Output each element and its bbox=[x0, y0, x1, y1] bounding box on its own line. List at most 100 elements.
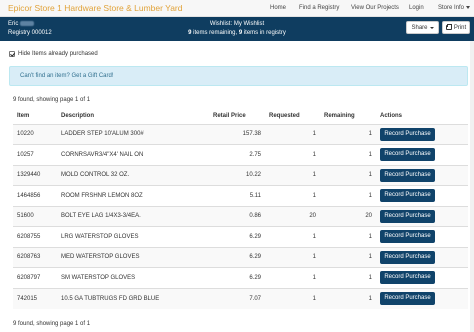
hide-purchased-label: Hide Items already purchased bbox=[18, 51, 98, 57]
record-purchase-button[interactable]: Record Purchase bbox=[380, 230, 435, 244]
chevron-down-icon bbox=[466, 5, 471, 9]
cell-retail-price: 6.29 bbox=[209, 246, 265, 268]
cell-description: ROOM FRSHNR LEMON 8OZ bbox=[57, 185, 209, 206]
cell-actions: Record Purchase bbox=[376, 144, 468, 165]
table-row: 10257 CORNRSAVR3/4"X4' NAIL ON 2.75 1 1 Recor… bbox=[13, 144, 468, 165]
record-purchase-button[interactable]: Record Purchase bbox=[380, 189, 435, 203]
cell-description: LADDER STEP 10'ALUM 300# bbox=[57, 123, 209, 145]
registry-info-bar: Eric Registry 000012 Wishlist: My Wishli… bbox=[0, 17, 474, 41]
cell-actions: Record Purchase bbox=[376, 164, 468, 186]
hide-purchased-filter[interactable]: Hide Items already purchased bbox=[9, 51, 98, 57]
hide-purchased-checkbox[interactable] bbox=[9, 51, 15, 57]
cell-remaining: 1 bbox=[320, 267, 376, 288]
column-header-requested: Requested bbox=[265, 109, 320, 125]
printer-icon bbox=[445, 23, 453, 30]
gift-card-notice: Can't find an item? Get a Gift Card! bbox=[9, 66, 468, 86]
cell-item-number: 51600 bbox=[13, 205, 57, 227]
share-button[interactable]: Share bbox=[406, 21, 439, 34]
registry-counts: 9 items remaining, 9 items in registry bbox=[0, 30, 474, 36]
table-row: 742015 10.5 GA TUBTRUGS FD GRD BLUE 7.07 1 1… bbox=[13, 287, 468, 309]
cell-item-number: 1329440 bbox=[13, 164, 57, 186]
record-purchase-button[interactable]: Record Purchase bbox=[380, 127, 435, 141]
record-purchase-button[interactable]: Record Purchase bbox=[380, 148, 435, 162]
cell-description: LRG WATERSTOP GLOVES bbox=[57, 226, 209, 247]
record-purchase-button[interactable]: Record Purchase bbox=[380, 209, 435, 223]
table-row: 1329440 MOLD CONTROL 32 OZ. 10.22 1 1 Record … bbox=[13, 164, 468, 186]
share-label: Share bbox=[411, 24, 428, 31]
chevron-down-icon bbox=[429, 26, 434, 29]
cell-remaining: 1 bbox=[320, 185, 376, 206]
cell-description: CORNRSAVR3/4"X4' NAIL ON bbox=[57, 144, 209, 165]
cell-remaining: 1 bbox=[320, 164, 376, 186]
page-scrollbar[interactable] bbox=[470, 41, 474, 332]
column-header-actions: Actions bbox=[376, 109, 468, 125]
cell-requested: 1 bbox=[265, 287, 320, 309]
cell-remaining: 20 bbox=[320, 205, 376, 227]
cell-retail-price: 157.38 bbox=[209, 123, 265, 145]
nav-login-link[interactable]: Login bbox=[409, 5, 424, 11]
cell-description: MED WATERSTOP GLOVES bbox=[57, 246, 209, 268]
record-purchase-button[interactable]: Record Purchase bbox=[380, 271, 435, 285]
column-header-retail-price: Retail Price bbox=[209, 109, 265, 125]
cell-actions: Record Purchase bbox=[376, 123, 468, 145]
wishlist-label: Wishlist: bbox=[209, 21, 233, 27]
cell-actions: Record Purchase bbox=[376, 185, 468, 206]
nav-home-link[interactable]: Home bbox=[270, 5, 286, 11]
cell-retail-price: 2.75 bbox=[209, 144, 265, 165]
cell-actions: Record Purchase bbox=[376, 205, 468, 227]
cell-item-number: 10220 bbox=[13, 123, 57, 145]
cell-item-number: 10257 bbox=[13, 144, 57, 165]
wishlist-title: Wishlist: My Wishlist bbox=[0, 21, 474, 27]
top-nav-bar: Epicor Store 1 Hardware Store & Lumber Y… bbox=[0, 0, 474, 17]
nav-store-info-dropdown[interactable]: Store Info bbox=[438, 5, 471, 11]
table-row: 10220 LADDER STEP 10'ALUM 300# 157.38 1 1 Rec… bbox=[13, 123, 468, 145]
cell-retail-price: 5.11 bbox=[209, 185, 265, 206]
print-button[interactable]: Print bbox=[442, 21, 470, 34]
cell-actions: Record Purchase bbox=[376, 267, 468, 288]
cell-description: SM WATERSTOP GLOVES bbox=[57, 267, 209, 288]
record-purchase-button[interactable]: Record Purchase bbox=[380, 292, 435, 305]
gift-card-link[interactable]: Can't find an item? Get a Gift Card! bbox=[20, 73, 114, 79]
cell-actions: Record Purchase bbox=[376, 226, 468, 247]
record-purchase-button[interactable]: Record Purchase bbox=[380, 250, 435, 264]
cell-requested: 1 bbox=[265, 267, 320, 288]
table-row: 6208797 SM WATERSTOP GLOVES 6.29 1 1 Record P… bbox=[13, 267, 468, 288]
record-purchase-button[interactable]: Record Purchase bbox=[380, 168, 435, 182]
cell-retail-price: 10.22 bbox=[209, 164, 265, 186]
results-summary-top: 9 found, showing page 1 of 1 bbox=[13, 97, 91, 103]
store-brand-title[interactable]: Epicor Store 1 Hardware Store & Lumber Y… bbox=[8, 3, 183, 13]
cell-item-number: 1464856 bbox=[13, 185, 57, 206]
table-row: 51600 BOLT EYE LAG 1/4X3-3/4EA. 0.86 20 20 Re… bbox=[13, 205, 468, 227]
cell-actions: Record Purchase bbox=[376, 287, 468, 309]
cell-actions: Record Purchase bbox=[376, 246, 468, 268]
cell-requested: 1 bbox=[265, 246, 320, 268]
cell-remaining: 1 bbox=[320, 144, 376, 165]
nav-find-registry-link[interactable]: Find a Registry bbox=[299, 5, 339, 11]
print-label: Print bbox=[453, 24, 467, 31]
cell-item-number: 6208755 bbox=[13, 226, 57, 247]
table-row: 1464856 ROOM FRSHNR LEMON 8OZ 5.11 1 1 Record… bbox=[13, 185, 468, 206]
cell-description: BOLT EYE LAG 1/4X3-3/4EA. bbox=[57, 205, 209, 227]
cell-requested: 1 bbox=[265, 226, 320, 247]
table-header-row: Item Description Retail Price Requested … bbox=[13, 109, 468, 125]
cell-remaining: 1 bbox=[320, 123, 376, 145]
cell-item-number: 6208797 bbox=[13, 267, 57, 288]
results-summary-bottom: 9 found, showing page 1 of 1 bbox=[13, 321, 91, 327]
cell-retail-price: 6.29 bbox=[209, 267, 265, 288]
cell-requested: 1 bbox=[265, 164, 320, 186]
column-header-remaining: Remaining bbox=[320, 109, 376, 125]
cell-remaining: 1 bbox=[320, 287, 376, 309]
table-row: 6208755 LRG WATERSTOP GLOVES 6.29 1 1 Record … bbox=[13, 226, 468, 247]
registry-items-table: Item Description Retail Price Requested … bbox=[13, 109, 468, 309]
items-in-registry-text: items in registry bbox=[242, 30, 286, 36]
column-header-description: Description bbox=[57, 109, 209, 125]
nav-view-projects-link[interactable]: View Our Projects bbox=[351, 5, 399, 11]
cell-requested: 1 bbox=[265, 123, 320, 145]
cell-retail-price: 0.86 bbox=[209, 205, 265, 227]
cell-retail-price: 6.29 bbox=[209, 226, 265, 247]
column-header-item: Item bbox=[13, 109, 57, 125]
cell-requested: 1 bbox=[265, 185, 320, 206]
cell-remaining: 1 bbox=[320, 246, 376, 268]
cell-item-number: 6208763 bbox=[13, 246, 57, 268]
cell-description: MOLD CONTROL 32 OZ. bbox=[57, 164, 209, 186]
